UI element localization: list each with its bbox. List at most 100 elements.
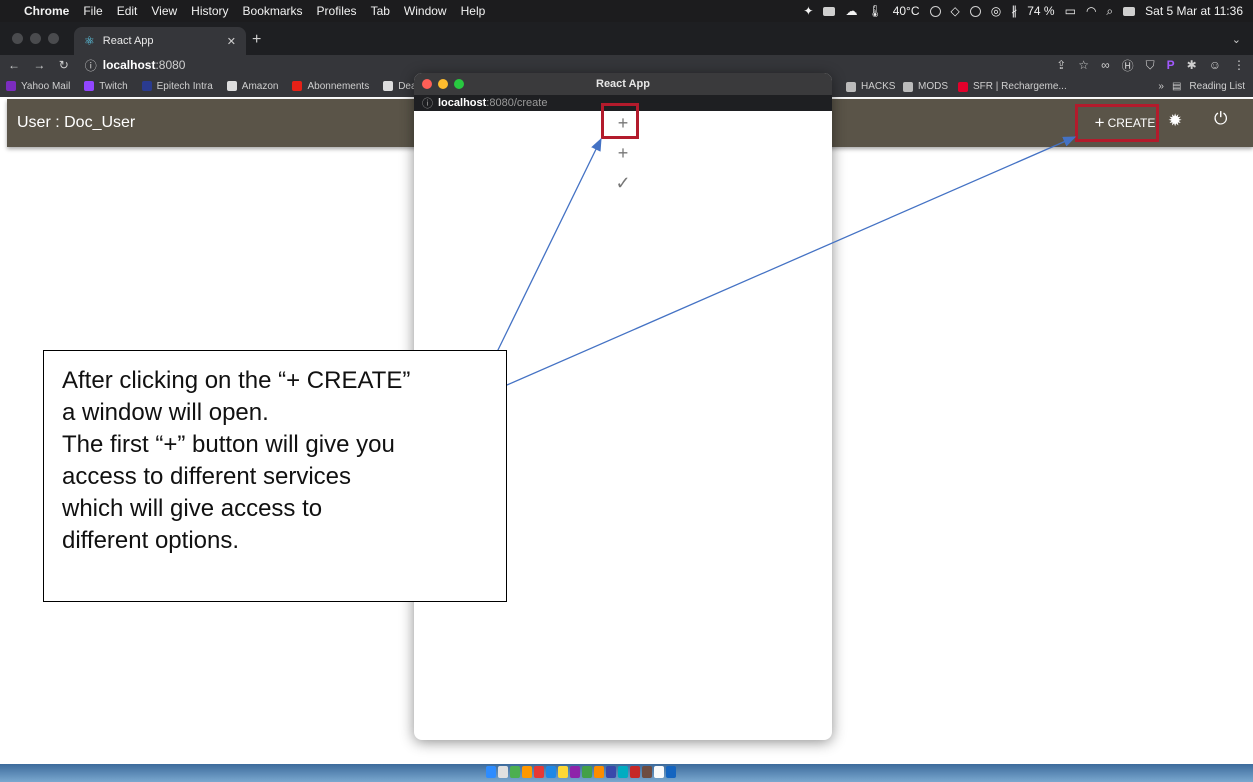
h-extension-icon[interactable]: Ⓗ xyxy=(1122,57,1134,74)
share-icon[interactable]: ⇪ xyxy=(1056,58,1066,72)
confirm-check-icon[interactable]: ✓ xyxy=(608,173,638,194)
dock-app-icon[interactable] xyxy=(486,766,496,778)
power-icon[interactable]: ⏻ xyxy=(1214,109,1227,129)
dock-app-icon[interactable] xyxy=(546,766,556,778)
bookmark-mods[interactable]: MODS xyxy=(903,81,948,92)
tab-title: React App xyxy=(102,35,154,47)
bookmark-abonnements[interactable]: Abonnements xyxy=(292,81,369,92)
tab-react-app[interactable]: ⚛ React App ✕ xyxy=(74,27,246,55)
popup-info-icon: ⓘ xyxy=(422,98,433,110)
battery-percent[interactable]: 74 % xyxy=(1027,4,1054,18)
new-tab-icon[interactable]: + xyxy=(252,31,261,49)
temperature-readout[interactable]: 40°C xyxy=(893,4,920,18)
popup-zoom-icon[interactable] xyxy=(454,79,464,89)
bookmark-label: Amazon xyxy=(241,80,279,92)
dock-app-icon[interactable] xyxy=(498,766,508,778)
forward-icon[interactable]: → xyxy=(33,58,45,72)
menu-tab[interactable]: Tab xyxy=(371,4,390,18)
menu-help[interactable]: Help xyxy=(461,4,486,18)
bluetooth-icon[interactable]: ∦ xyxy=(1011,4,1017,18)
incognito-extension-icon[interactable]: ∞ xyxy=(1101,58,1110,72)
bookmark-twitch[interactable]: Twitch xyxy=(84,81,128,92)
more-menu-icon[interactable]: ⋮ xyxy=(1233,58,1245,72)
popup-close-icon[interactable] xyxy=(422,79,432,89)
dock-apps xyxy=(486,766,676,778)
popup-minimize-icon[interactable] xyxy=(438,79,448,89)
gear-icon[interactable]: ✹ xyxy=(1168,111,1182,131)
shield-extension-icon[interactable]: ⛉ xyxy=(1146,58,1155,73)
annotation-line: After clicking on the “+ CREATE” xyxy=(62,367,411,394)
bookmark-sfr[interactable]: SFR | Rechargeme... xyxy=(958,81,1067,92)
bookmark-epitech-intra[interactable]: Epitech Intra xyxy=(141,80,213,92)
dock-app-icon[interactable] xyxy=(642,766,652,778)
dropbox-icon[interactable]: ✦ xyxy=(803,4,813,18)
control-center-icon[interactable] xyxy=(1123,6,1136,16)
record-icon[interactable] xyxy=(969,5,981,17)
cloud-icon[interactable]: ☁ xyxy=(845,4,857,18)
bookmark-yahoo-mail[interactable]: Yahoo Mail xyxy=(6,81,70,92)
twitch-icon xyxy=(84,81,95,91)
dealabs-icon xyxy=(383,81,394,91)
dock-app-icon[interactable] xyxy=(522,766,532,778)
add-option-button[interactable]: + xyxy=(608,143,638,164)
dock-app-icon[interactable] xyxy=(618,766,628,778)
profile-avatar-icon[interactable]: ☺ xyxy=(1209,58,1221,72)
wifi-icon[interactable]: ◠ xyxy=(1086,4,1096,18)
search-icon[interactable]: ⌕ xyxy=(1106,4,1113,19)
circle-icon[interactable] xyxy=(929,5,941,17)
reading-list-icon[interactable]: ▤ xyxy=(1172,81,1181,92)
dock-app-icon[interactable] xyxy=(606,766,616,778)
window-icon[interactable] xyxy=(823,6,836,16)
bookmarks-overflow-icon[interactable]: » xyxy=(1158,81,1164,92)
annotation-line: access to different services xyxy=(62,463,352,490)
url-text[interactable]: localhost:8080 xyxy=(103,58,186,72)
bookmark-label: MODS xyxy=(918,81,948,92)
bookmark-label: Yahoo Mail xyxy=(21,80,71,92)
menu-file[interactable]: File xyxy=(83,4,102,18)
nav-buttons: ← → ↻ xyxy=(8,58,79,72)
menu-window[interactable]: Window xyxy=(404,4,447,18)
dock-app-icon[interactable] xyxy=(630,766,640,778)
thermometer-icon[interactable]: 🌡 xyxy=(867,4,882,18)
zoom-window-icon[interactable] xyxy=(48,33,59,44)
bookmark-label: Epitech Intra xyxy=(156,80,213,92)
back-icon[interactable]: ← xyxy=(8,58,20,72)
minimize-window-icon[interactable] xyxy=(30,33,41,44)
dock-app-icon[interactable] xyxy=(666,766,676,778)
menu-view[interactable]: View xyxy=(151,4,177,18)
dock-app-icon[interactable] xyxy=(594,766,604,778)
dock-app-icon[interactable] xyxy=(558,766,568,778)
youtube-icon xyxy=(292,81,303,91)
popup-window-controls xyxy=(422,79,464,89)
close-window-icon[interactable] xyxy=(12,33,23,44)
diamond-icon[interactable]: ◇ xyxy=(951,4,960,18)
info-icon[interactable]: ⓘ xyxy=(85,57,97,74)
airdrop-icon[interactable]: ◎ xyxy=(991,4,1001,18)
close-tab-icon[interactable]: ✕ xyxy=(227,35,236,48)
menu-bookmarks[interactable]: Bookmarks xyxy=(243,4,303,18)
menu-history[interactable]: History xyxy=(191,4,228,18)
bookmark-amazon[interactable]: Amazon xyxy=(226,80,279,92)
dock-app-icon[interactable] xyxy=(570,766,580,778)
macos-menu-bar: Chrome File Edit View History Bookmarks … xyxy=(0,0,1253,22)
bookmark-hacks[interactable]: HACKS xyxy=(846,81,895,92)
popup-title: React App xyxy=(596,78,650,90)
menu-app-name[interactable]: Chrome xyxy=(24,4,69,18)
reload-icon[interactable]: ↻ xyxy=(59,58,69,72)
dock-app-icon[interactable] xyxy=(510,766,520,778)
browser-tab-strip: ⚛ React App ✕ + ⌄ xyxy=(0,22,1253,55)
p-extension-icon[interactable]: P xyxy=(1167,58,1175,72)
bookmark-star-icon[interactable]: ☆ xyxy=(1078,58,1089,72)
dock-app-icon[interactable] xyxy=(582,766,592,778)
dock-app-icon[interactable] xyxy=(654,766,664,778)
clock[interactable]: Sat 5 Mar at 11:36 xyxy=(1145,4,1243,18)
menu-edit[interactable]: Edit xyxy=(117,4,138,18)
dock-app-icon[interactable] xyxy=(534,766,544,778)
menu-profiles[interactable]: Profiles xyxy=(317,4,357,18)
battery-icon[interactable]: ▭ xyxy=(1065,4,1076,18)
address-bar[interactable]: ⓘ localhost:8080 xyxy=(85,57,186,74)
reading-list-label[interactable]: Reading List xyxy=(1189,81,1245,92)
user-label: User : Doc_User xyxy=(17,114,136,131)
puzzle-extension-icon[interactable]: ✱ xyxy=(1187,58,1197,72)
tab-search-chevron-icon[interactable]: ⌄ xyxy=(1232,33,1241,46)
